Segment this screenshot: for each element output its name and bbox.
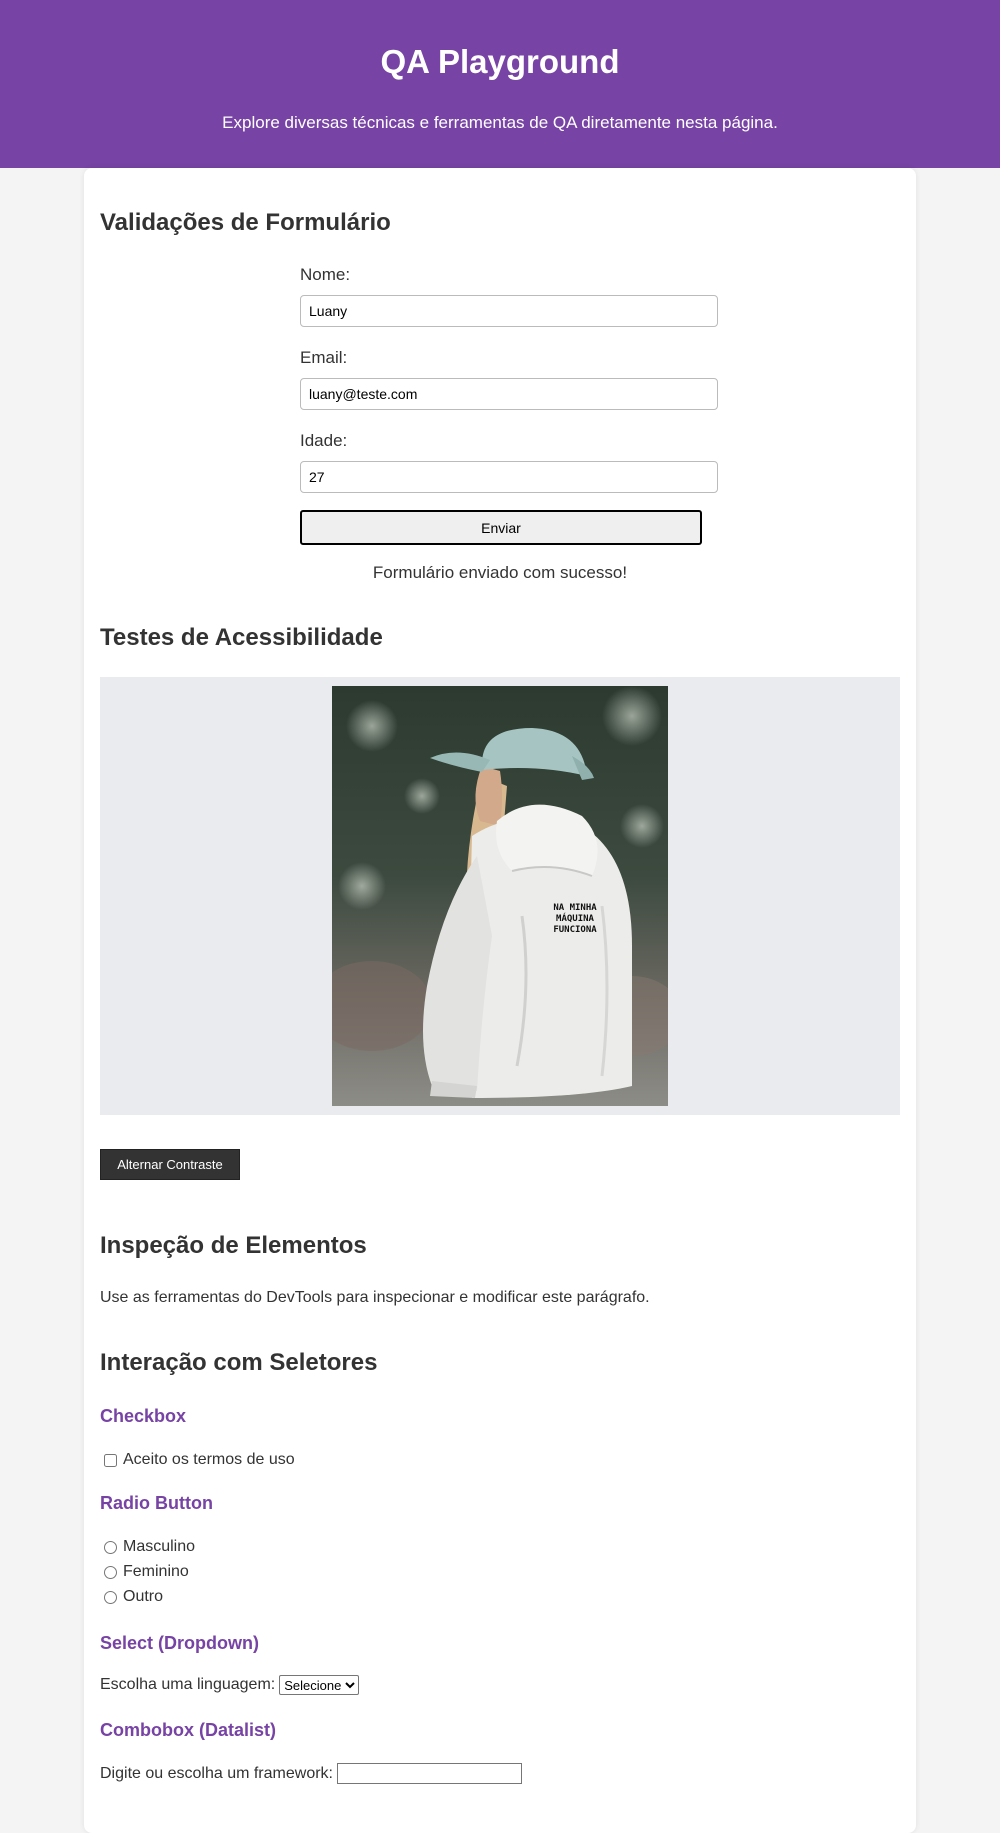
radio-option-outro[interactable]: Outro (104, 1587, 163, 1607)
toggle-contrast-button[interactable]: Alternar Contraste (100, 1149, 240, 1180)
shirt-text-line-2: MÁQUINA (556, 912, 595, 924)
email-input[interactable] (300, 378, 718, 410)
name-input[interactable] (300, 295, 718, 327)
page-header: QA Playground Explore diversas técnicas … (0, 0, 1000, 168)
language-select[interactable]: Selecione (279, 1675, 360, 1695)
accessibility-section-title: Testes de Acessibilidade (100, 624, 383, 651)
radio-feminino[interactable] (104, 1565, 117, 1579)
terms-checkbox-label: Aceito os termos de uso (123, 1451, 295, 1468)
language-select-row: Escolha uma linguagem: Selecione (100, 1675, 360, 1695)
hoodie-photo: NA MINHA MÁQUINA FUNCIONA (332, 686, 668, 1106)
page-subtitle: Explore diversas técnicas e ferramentas … (222, 113, 778, 132)
framework-combobox-input[interactable] (336, 1763, 522, 1784)
age-label: Idade: (300, 431, 348, 450)
radio-option-feminino[interactable]: Feminino (104, 1562, 189, 1582)
email-label: Email: (300, 348, 348, 367)
submit-button[interactable]: Enviar (300, 510, 702, 545)
form-section-title: Validações de Formulário (100, 209, 391, 236)
radio-option-masculino[interactable]: Masculino (104, 1537, 195, 1557)
success-message: Formulário enviado com sucesso! (372, 563, 628, 582)
name-label: Nome: (300, 265, 351, 284)
main-card: Validações de Formulário Nome: Email: Id… (84, 168, 916, 1833)
select-heading: Select (Dropdown) (100, 1633, 260, 1653)
image-container: NA MINHA MÁQUINA FUNCIONA (100, 677, 900, 1115)
radio-masculino[interactable] (104, 1540, 117, 1554)
radio-outro[interactable] (104, 1590, 117, 1604)
combobox-heading: Combobox (Datalist) (100, 1720, 277, 1740)
selectors-section-title: Interação com Seletores (100, 1349, 378, 1376)
terms-checkbox-row[interactable]: Aceito os termos de uso (104, 1450, 295, 1470)
terms-checkbox[interactable] (104, 1453, 117, 1467)
inspection-paragraph: Use as ferramentas do DevTools para insp… (100, 1289, 650, 1306)
radio-outro-label: Outro (123, 1588, 164, 1605)
shirt-text-line-1: NA MINHA (553, 903, 597, 913)
framework-combobox-label: Digite ou escolha um framework: (100, 1764, 333, 1782)
inspection-section-title: Inspeção de Elementos (100, 1232, 367, 1259)
page-title: QA Playground (380, 43, 620, 80)
framework-combobox-row: Digite ou escolha um framework: (100, 1763, 522, 1784)
language-select-label: Escolha uma linguagem: (100, 1676, 276, 1693)
shirt-text-line-3: FUNCIONA (553, 925, 597, 935)
radio-masculino-label: Masculino (123, 1538, 196, 1555)
radio-heading: Radio Button (100, 1493, 213, 1513)
age-input[interactable] (300, 461, 718, 493)
radio-feminino-label: Feminino (123, 1563, 189, 1580)
checkbox-heading: Checkbox (100, 1406, 187, 1426)
